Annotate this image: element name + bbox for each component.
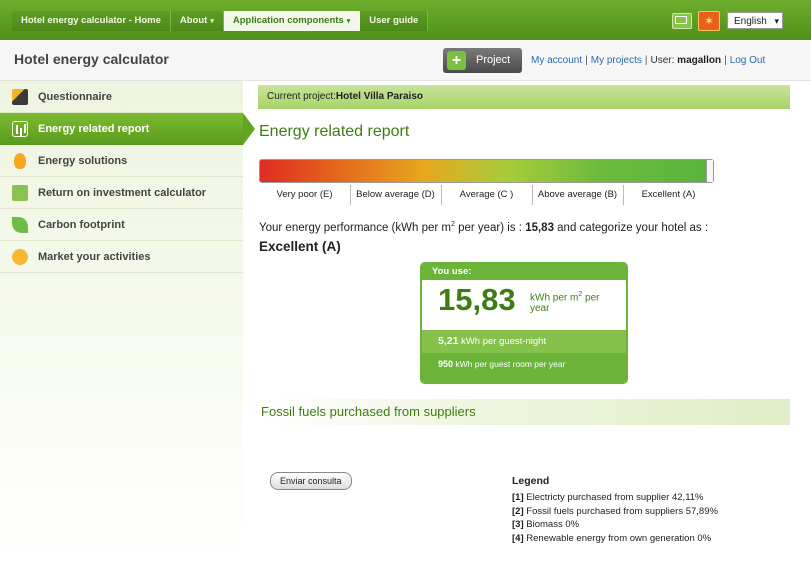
scale-label: Very poor (E) xyxy=(259,185,351,205)
sidebar-item-label: Market your activities xyxy=(38,251,151,263)
legend-item-text: Fossil fuels purchased from suppliers 57… xyxy=(523,505,718,517)
sidebar-item-energy-report[interactable]: Energy related report xyxy=(0,113,255,145)
main-nav: Hotel energy calculator - Home About ▾ Ap… xyxy=(12,11,429,31)
legend-item-text: Biomass 0% xyxy=(523,519,580,530)
project-button[interactable]: + Project xyxy=(443,48,522,73)
user-name: magallon xyxy=(677,55,722,66)
energy-rating-scale-bar xyxy=(259,159,714,183)
legend-item: [3] Biomass 0% xyxy=(512,518,782,532)
usage-unit: kWh per m2 per year xyxy=(530,289,615,314)
lightbulb-icon xyxy=(14,153,26,169)
language-select[interactable]: English ▾ xyxy=(727,12,783,29)
current-project-bar: Current project:Hotel Villa Paraiso xyxy=(258,85,790,109)
app-title: Hotel energy calculator xyxy=(14,51,169,67)
dropdown-arrow-icon: ▾ xyxy=(774,16,779,26)
room-year-value: 950 xyxy=(438,359,454,369)
nav-about[interactable]: About ▾ xyxy=(170,11,224,31)
performance-text: per year) is : xyxy=(454,221,526,234)
performance-text: and categorize your hotel as : xyxy=(553,221,709,234)
fossil-fuels-section-title: Fossil fuels purchased from suppliers xyxy=(258,399,790,425)
usage-big-value: 15,83 xyxy=(438,282,516,317)
usage-unit-text: kWh per m xyxy=(530,292,579,304)
room-year-text: kWh per guest room per year xyxy=(453,359,566,369)
usage-box-header: You use: xyxy=(422,264,626,280)
performance-statement: Your energy performance (kWh per m2 per … xyxy=(259,221,790,234)
sidebar-item-label: Energy related report xyxy=(38,123,150,135)
legend-item-number: [1] xyxy=(512,492,524,503)
legend-item: [1] Electricty purchased from supplier 4… xyxy=(512,491,782,505)
app-header: Hotel energy calculator + Project My acc… xyxy=(0,40,811,81)
chevron-down-icon: ▾ xyxy=(346,18,351,25)
sidebar-item-roi-calculator[interactable]: Return on investment calculator xyxy=(0,177,243,209)
legend-item-text: Electricty purchased from supplier 42,11… xyxy=(523,492,704,503)
sidebar-item-label: Questionnaire xyxy=(38,91,112,103)
guest-night-text: kWh per guest-night xyxy=(458,336,547,347)
nav-user-guide-label: User guide xyxy=(369,15,419,26)
nav-home[interactable]: Hotel energy calculator - Home xyxy=(12,11,171,31)
separator: | xyxy=(644,55,648,66)
enviar-consulta-button[interactable]: Enviar consulta xyxy=(270,472,352,490)
legend-item: [2] Fossil fuels purchased from supplier… xyxy=(512,505,782,519)
my-projects-link[interactable]: My projects xyxy=(591,55,642,66)
legend-item-text: Renewable energy from own generation 0% xyxy=(523,532,712,544)
project-button-label: Project xyxy=(476,54,511,66)
legend-title: Legend xyxy=(512,475,550,487)
sidebar-item-questionnaire[interactable]: Questionnaire xyxy=(0,81,243,113)
usage-guest-night-row: 5,21 kWh per guest-night xyxy=(422,330,626,353)
page-title: Energy related report xyxy=(259,123,410,140)
user-links: My account | My projects | User: magallon | Lo… xyxy=(531,55,765,66)
scale-label: Average (C ) xyxy=(441,185,533,205)
mail-icon[interactable] xyxy=(672,13,692,29)
nav-application-components[interactable]: Application components ▾ xyxy=(223,11,361,31)
language-select-value: English xyxy=(734,16,767,27)
legend-item: [4] Renewable energy from own generation… xyxy=(512,532,782,546)
sun-icon xyxy=(12,249,28,265)
performance-text: Your energy performance (kWh per m xyxy=(259,221,451,234)
sidebar-item-market-activities[interactable]: Market your activities xyxy=(0,241,243,273)
scale-label: Below average (D) xyxy=(350,185,442,205)
nav-about-label: About xyxy=(179,15,208,26)
sidebar: Questionnaire Energy related report Ener… xyxy=(0,81,255,567)
sidebar-item-label: Energy solutions xyxy=(38,155,128,167)
leaf-icon xyxy=(12,217,28,233)
flag-icon[interactable]: ✶ xyxy=(698,11,720,31)
nav-user-guide[interactable]: User guide xyxy=(360,11,429,31)
user-prefix: User: xyxy=(650,55,675,66)
sidebar-item-label: Carbon footprint xyxy=(38,219,125,231)
legend: Legend [1] Electricty purchased from sup… xyxy=(512,475,782,545)
pencil-icon xyxy=(12,89,28,105)
performance-value: 15,83 xyxy=(525,221,554,234)
legend-item-number: [2] xyxy=(512,505,524,517)
main-content: Current project:Hotel Villa Paraiso Ener… xyxy=(258,81,790,567)
logout-link[interactable]: Log Out xyxy=(730,55,766,66)
plus-icon: + xyxy=(447,51,466,70)
usage-room-year-row: 950 kWh per guest room per year xyxy=(422,353,626,376)
nav-home-label: Hotel energy calculator - Home xyxy=(21,15,161,26)
guest-night-value: 5,21 xyxy=(438,335,459,347)
usage-summary-box: You use: 15,83 kWh per m2 per year 5,21 … xyxy=(420,262,628,384)
legend-item-number: [4] xyxy=(512,532,524,544)
sidebar-item-energy-solutions[interactable]: Energy solutions xyxy=(0,145,243,177)
scale-label: Excellent (A) xyxy=(641,189,696,200)
calculator-icon xyxy=(12,185,28,201)
sidebar-item-label: Return on investment calculator xyxy=(38,187,207,199)
scale-label: Above average (B) xyxy=(532,185,624,205)
separator: | xyxy=(724,55,727,66)
nav-application-components-label: Application components xyxy=(232,15,344,26)
usage-box-footer xyxy=(422,376,626,382)
energy-rating-scale-labels: Very poor (E) Below average (D) Average … xyxy=(259,185,714,205)
current-project-label: Current project: xyxy=(267,91,336,102)
usage-main-value-row: 15,83 kWh per m2 per year xyxy=(422,280,626,330)
top-nav-bar: Hotel energy calculator - Home About ▾ Ap… xyxy=(0,0,811,40)
my-account-link[interactable]: My account xyxy=(531,55,582,66)
current-project-name: Hotel Villa Paraiso xyxy=(335,91,423,102)
separator: | xyxy=(585,55,588,66)
chevron-down-icon: ▾ xyxy=(210,18,214,25)
bar-chart-icon xyxy=(12,121,28,137)
sidebar-item-carbon-footprint[interactable]: Carbon footprint xyxy=(0,209,243,241)
legend-item-number: [3] xyxy=(512,519,524,530)
performance-category: Excellent (A) xyxy=(259,239,341,254)
